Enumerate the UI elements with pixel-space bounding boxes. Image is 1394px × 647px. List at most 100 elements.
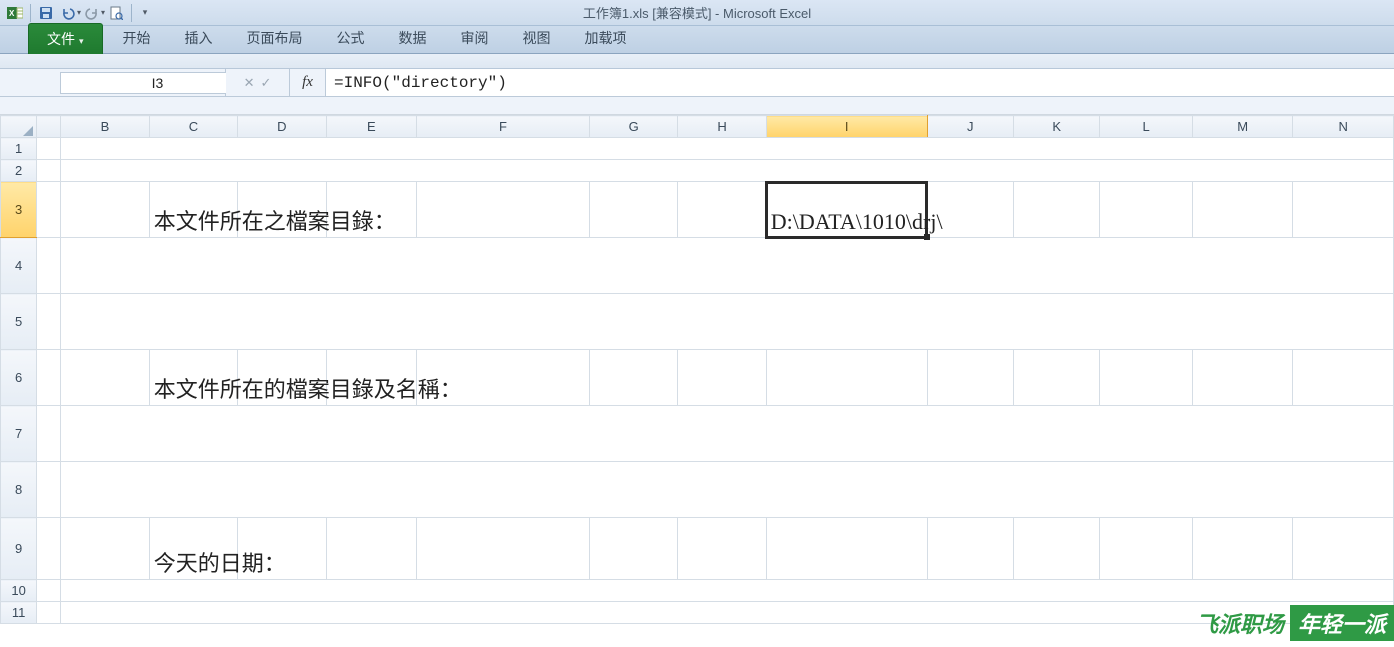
tab-data[interactable]: 数据 bbox=[385, 23, 441, 53]
cell-I9[interactable] bbox=[766, 518, 927, 580]
cell[interactable] bbox=[37, 160, 61, 182]
column-header-M[interactable]: M bbox=[1192, 116, 1293, 138]
cell-G9[interactable] bbox=[589, 518, 677, 580]
cell-C9[interactable]: 今天的日期： bbox=[149, 518, 237, 580]
tab-file[interactable]: 文件 bbox=[28, 23, 103, 54]
column-header-D[interactable]: D bbox=[238, 116, 326, 138]
cell-C6[interactable]: 本文件所在的檔案目錄及名稱： bbox=[149, 350, 237, 406]
cell-G6[interactable] bbox=[589, 350, 677, 406]
column-header-C[interactable]: C bbox=[149, 116, 237, 138]
row-header-2[interactable]: 2 bbox=[1, 160, 37, 182]
cell[interactable] bbox=[37, 580, 61, 602]
cell-B9[interactable] bbox=[61, 518, 149, 580]
cell-D6[interactable] bbox=[238, 350, 326, 406]
cell-N3[interactable] bbox=[1293, 182, 1394, 238]
row-header-3[interactable]: 3 bbox=[1, 182, 37, 238]
column-header-F[interactable]: F bbox=[417, 116, 590, 138]
row-11[interactable]: 11 bbox=[1, 602, 1394, 624]
column-header-L[interactable]: L bbox=[1100, 116, 1192, 138]
cell-E9[interactable] bbox=[326, 518, 416, 580]
cell-L3[interactable] bbox=[1100, 182, 1192, 238]
cell-J6[interactable] bbox=[927, 350, 1013, 406]
tab-page-layout[interactable]: 页面布局 bbox=[233, 23, 317, 53]
cell[interactable] bbox=[61, 138, 1394, 160]
cell-E3[interactable] bbox=[326, 182, 416, 238]
row-2[interactable]: 2 bbox=[1, 160, 1394, 182]
row-header-1[interactable]: 1 bbox=[1, 138, 37, 160]
row-7[interactable]: 7 bbox=[1, 406, 1394, 462]
tab-formulas[interactable]: 公式 bbox=[323, 23, 379, 53]
cell[interactable] bbox=[37, 238, 61, 294]
row-8[interactable]: 8 bbox=[1, 462, 1394, 518]
cell-B3[interactable] bbox=[61, 182, 149, 238]
cell[interactable] bbox=[61, 294, 1394, 350]
cell-C3[interactable]: 本文件所在之檔案目錄： bbox=[149, 182, 237, 238]
cell[interactable] bbox=[61, 160, 1394, 182]
column-header-G[interactable]: G bbox=[589, 116, 677, 138]
worksheet[interactable]: B C D E F G H I J K L M N 1 2 3 bbox=[0, 97, 1394, 643]
row-header-8[interactable]: 8 bbox=[1, 462, 37, 518]
column-headers[interactable]: B C D E F G H I J K L M N bbox=[1, 116, 1394, 138]
cell[interactable] bbox=[61, 238, 1394, 294]
cell-F3[interactable] bbox=[417, 182, 590, 238]
column-header-K[interactable]: K bbox=[1014, 116, 1100, 138]
grid[interactable]: B C D E F G H I J K L M N 1 2 3 bbox=[0, 115, 1394, 624]
customize-qat-button[interactable]: ▾ bbox=[136, 2, 154, 24]
column-header-B[interactable]: B bbox=[61, 116, 149, 138]
cell[interactable] bbox=[37, 406, 61, 462]
cell-F6[interactable] bbox=[417, 350, 590, 406]
column-header-J[interactable]: J bbox=[927, 116, 1013, 138]
cell[interactable] bbox=[37, 462, 61, 518]
undo-button[interactable] bbox=[57, 2, 79, 24]
save-button[interactable] bbox=[35, 2, 57, 24]
redo-button[interactable] bbox=[81, 2, 103, 24]
cell[interactable] bbox=[37, 602, 61, 624]
cell-K9[interactable] bbox=[1014, 518, 1100, 580]
row-header-4[interactable]: 4 bbox=[1, 238, 37, 294]
cell-K3[interactable] bbox=[1014, 182, 1100, 238]
cell[interactable] bbox=[37, 350, 61, 406]
cell-D9[interactable] bbox=[238, 518, 326, 580]
cell-I3[interactable]: D:\DATA\1010\drj\ bbox=[766, 182, 927, 238]
cell-H9[interactable] bbox=[678, 518, 766, 580]
column-header-H[interactable]: H bbox=[678, 116, 766, 138]
cell-M3[interactable] bbox=[1192, 182, 1293, 238]
cell-H3[interactable] bbox=[678, 182, 766, 238]
row-3[interactable]: 3 本文件所在之檔案目錄： D:\DATA\1010\drj\ bbox=[1, 182, 1394, 238]
tab-home[interactable]: 开始 bbox=[109, 23, 165, 53]
tab-addins[interactable]: 加载项 bbox=[571, 23, 641, 53]
cell[interactable] bbox=[37, 182, 61, 238]
insert-function-button[interactable]: fx bbox=[290, 69, 326, 96]
column-header-blank[interactable] bbox=[37, 116, 61, 138]
row-header-7[interactable]: 7 bbox=[1, 406, 37, 462]
cell[interactable] bbox=[37, 294, 61, 350]
row-5[interactable]: 5 bbox=[1, 294, 1394, 350]
cell-L6[interactable] bbox=[1100, 350, 1192, 406]
cell-B6[interactable] bbox=[61, 350, 149, 406]
column-header-N[interactable]: N bbox=[1293, 116, 1394, 138]
row-10[interactable]: 10 bbox=[1, 580, 1394, 602]
cell-M6[interactable] bbox=[1192, 350, 1293, 406]
row-header-10[interactable]: 10 bbox=[1, 580, 37, 602]
print-preview-button[interactable] bbox=[105, 2, 127, 24]
row-4[interactable]: 4 bbox=[1, 238, 1394, 294]
cell[interactable] bbox=[37, 138, 61, 160]
row-9[interactable]: 9 今天的日期： bbox=[1, 518, 1394, 580]
cell-E6[interactable] bbox=[326, 350, 416, 406]
cell[interactable] bbox=[61, 580, 1394, 602]
row-header-9[interactable]: 9 bbox=[1, 518, 37, 580]
cell-G3[interactable] bbox=[589, 182, 677, 238]
cell-M9[interactable] bbox=[1192, 518, 1293, 580]
formula-input[interactable] bbox=[326, 69, 1394, 96]
tab-view[interactable]: 视图 bbox=[509, 23, 565, 53]
cell[interactable] bbox=[37, 518, 61, 580]
tab-review[interactable]: 审阅 bbox=[447, 23, 503, 53]
row-6[interactable]: 6 本文件所在的檔案目錄及名稱： bbox=[1, 350, 1394, 406]
cell[interactable] bbox=[61, 406, 1394, 462]
row-header-6[interactable]: 6 bbox=[1, 350, 37, 406]
column-header-E[interactable]: E bbox=[326, 116, 416, 138]
row-1[interactable]: 1 bbox=[1, 138, 1394, 160]
cell-N6[interactable] bbox=[1293, 350, 1394, 406]
tab-insert[interactable]: 插入 bbox=[171, 23, 227, 53]
cell-D3[interactable] bbox=[238, 182, 326, 238]
